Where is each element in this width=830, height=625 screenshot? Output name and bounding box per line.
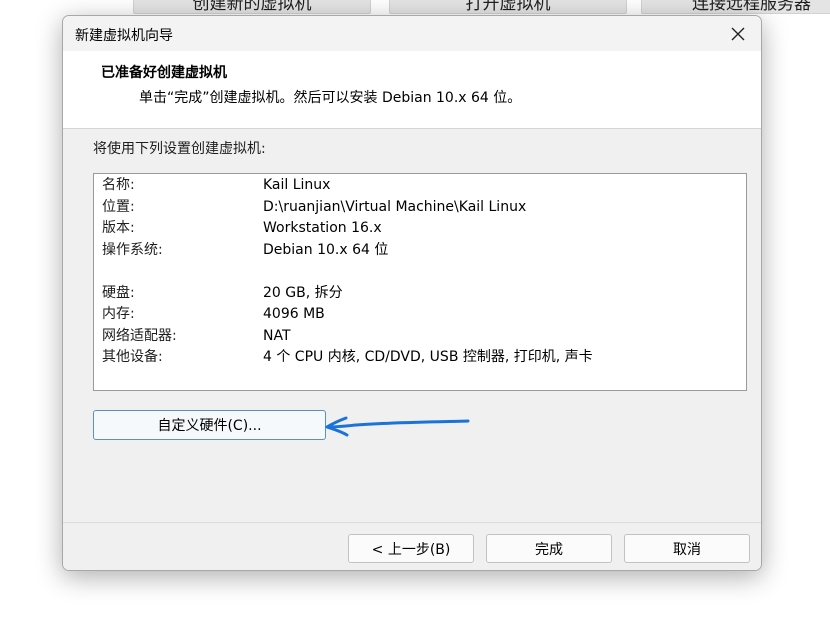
summary-value: 4 个 CPU 内核, CD/DVD, USB 控制器, 打印机, 声卡 — [263, 349, 593, 365]
intro-text: 将使用下列设置创建虚拟机: — [93, 141, 266, 157]
close-button[interactable] — [715, 16, 761, 51]
title-bar: 新建虚拟机向导 — [63, 16, 761, 51]
summary-value: NAT — [263, 328, 291, 344]
summary-value: D:\ruanjian\Virtual Machine\Kail Linux — [263, 199, 527, 215]
hand-drawn-arrow-annotation — [325, 416, 470, 437]
back-button[interactable]: < 上一步(B) — [348, 534, 474, 563]
wizard-header: 已准备好创建虚拟机 单击“完成”创建虚拟机。然后可以安装 Debian 10.x… — [63, 51, 761, 129]
summary-key: 其他设备: — [102, 349, 163, 365]
summary-key: 版本: — [102, 220, 135, 236]
summary-key: 位置: — [102, 199, 135, 215]
settings-summary: 名称: Kail Linux 位置: D:\ruanjian\Virtual M… — [93, 173, 747, 391]
header-title: 已准备好创建虚拟机 — [101, 65, 227, 81]
summary-key: 名称: — [102, 177, 135, 193]
summary-key: 网络适配器: — [102, 328, 177, 344]
summary-key: 内存: — [102, 306, 135, 322]
header-subtitle: 单击“完成”创建虚拟机。然后可以安装 Debian 10.x 64 位。 — [139, 90, 522, 106]
dialog-title: 新建虚拟机向导 — [75, 28, 173, 44]
bg-tab-connect-remote[interactable]: 连接远程服务器 — [641, 0, 830, 14]
summary-value: Workstation 16.x — [263, 220, 382, 236]
summary-value: Kail Linux — [263, 177, 331, 193]
summary-value: Debian 10.x 64 位 — [263, 242, 389, 258]
cancel-button[interactable]: 取消 — [624, 534, 750, 563]
bg-tab-open-vm[interactable]: 打开虚拟机 — [389, 0, 627, 14]
new-vm-wizard-dialog: 新建虚拟机向导 已准备好创建虚拟机 单击“完成”创建虚拟机。然后可以安装 Deb… — [62, 15, 762, 571]
close-icon — [731, 27, 745, 40]
summary-value: 4096 MB — [263, 306, 325, 322]
finish-button[interactable]: 完成 — [486, 534, 612, 563]
wizard-footer: < 上一步(B) 完成 取消 — [63, 522, 761, 570]
summary-key: 操作系统: — [102, 242, 163, 258]
bg-tab-create-vm[interactable]: 创建新的虚拟机 — [133, 0, 371, 14]
summary-value: 20 GB, 拆分 — [263, 285, 343, 301]
customize-hardware-button[interactable]: 自定义硬件(C)... — [93, 410, 326, 440]
summary-key: 硬盘: — [102, 285, 135, 301]
